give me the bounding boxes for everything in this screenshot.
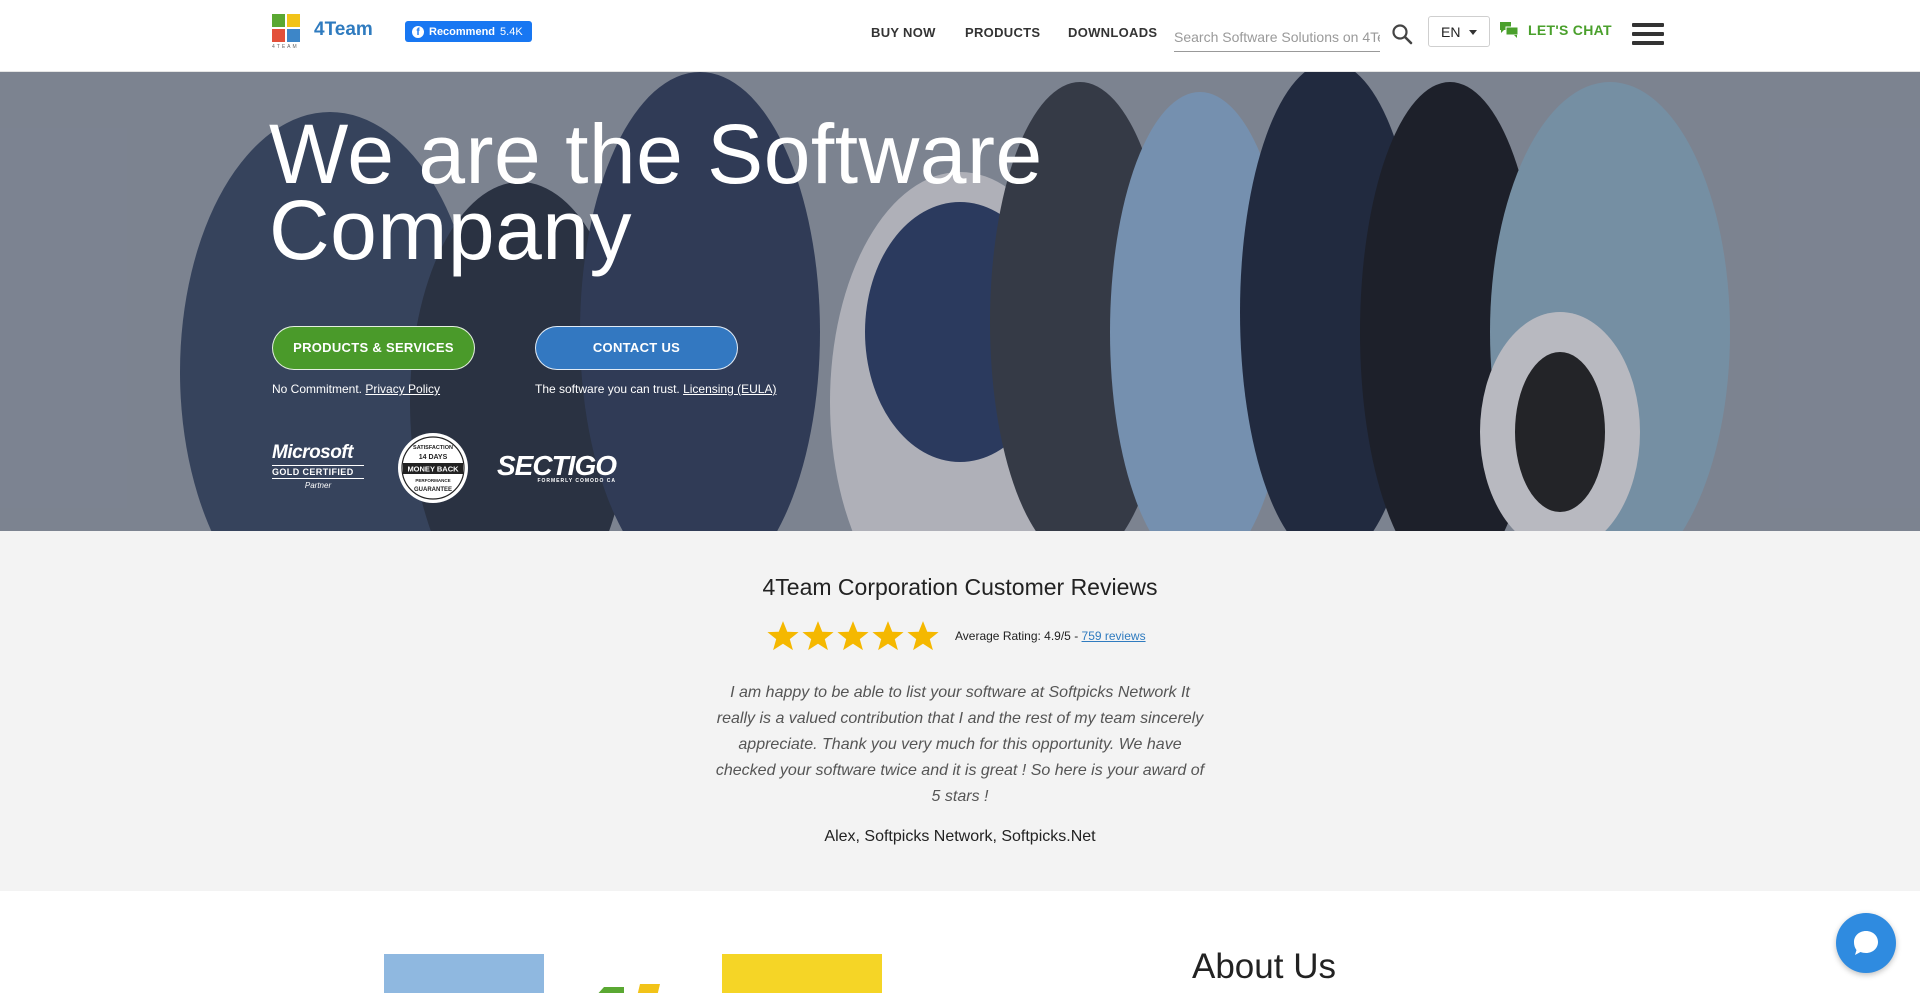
microsoft-gold-badge: Microsoft GOLD CERTIFIED Partner (272, 442, 364, 490)
fb-label: Recommend (429, 25, 496, 38)
licensing-note: The software you can trust. Licensing (E… (535, 382, 776, 396)
reviews-title: 4Team Corporation Customer Reviews (762, 574, 1158, 600)
nav-buy-now[interactable]: BUY NOW (871, 25, 936, 40)
hero-title: We are the Software Company (269, 107, 1043, 277)
hero-section: We are the Software Company PRODUCTS & S… (0, 72, 1920, 531)
about-image (722, 954, 882, 993)
facebook-icon: f (412, 25, 424, 38)
nav-products[interactable]: PRODUCTS (965, 25, 1040, 40)
chat-label: LET'S CHAT (1528, 22, 1612, 38)
reviews-count-link[interactable]: 759 reviews (1082, 629, 1146, 643)
star-icon (767, 621, 799, 651)
chat-bubbles-icon (1500, 22, 1518, 38)
contact-us-button[interactable]: CONTACT US (535, 326, 738, 370)
sectigo-badge: SECTIGO FORMERLY COMODO CA (497, 450, 617, 484)
average-rating-text: Average Rating: 4.9/5 - (955, 629, 1079, 643)
star-icon (872, 621, 904, 651)
products-services-button[interactable]: PRODUCTS & SERVICES (272, 326, 475, 370)
ms-badge-brand: Microsoft (272, 442, 354, 463)
language-select[interactable]: EN (1428, 16, 1490, 47)
money-badge-line3: MONEY BACK (407, 465, 459, 474)
review-quote: I am happy to be able to list your softw… (715, 684, 1205, 805)
logo-subtext: 4TEAM (272, 44, 299, 50)
star-icon (907, 621, 939, 651)
chat-icon (1854, 931, 1878, 955)
money-badge-line2: 14 DAYS (419, 454, 448, 461)
about-section: About Us (0, 891, 1920, 993)
money-back-guarantee-badge: SATISFACTION 14 DAYS MONEY BACK PERFORMA… (398, 433, 468, 503)
money-badge-line5: GUARANTEE (414, 487, 452, 493)
ms-badge-partner: Partner (304, 481, 332, 490)
language-value: EN (1441, 24, 1461, 40)
live-chat-button[interactable] (1836, 913, 1896, 973)
about-logo-image (598, 984, 660, 993)
money-badge-line1: SATISFACTION (413, 445, 453, 451)
brand-logo[interactable]: 4TEAM 4Team (272, 14, 373, 50)
fb-count: 5.4K (500, 25, 523, 38)
facebook-recommend-button[interactable]: f Recommend 5.4K (405, 21, 532, 42)
caret-down-icon (1469, 30, 1477, 35)
licensing-eula-link[interactable]: Licensing (EULA) (683, 382, 776, 396)
privacy-note: No Commitment. Privacy Policy (272, 382, 440, 396)
brand-name: 4Team (314, 19, 373, 40)
nav-downloads[interactable]: DOWNLOADS (1068, 25, 1157, 40)
logo-mark-icon: 4TEAM (272, 14, 302, 50)
privacy-note-text: No Commitment. (272, 382, 363, 396)
star-icon (802, 621, 834, 651)
search-input[interactable] (1174, 22, 1380, 52)
about-title: About Us (1192, 947, 1336, 986)
about-image (384, 954, 544, 993)
star-icon (837, 621, 869, 651)
lets-chat-link[interactable]: LET'S CHAT (1500, 22, 1612, 38)
rating-row: Average Rating: 4.9/5 - 759 reviews (766, 619, 1146, 653)
review-author: Alex, Softpicks Network, Softpicks.Net (824, 828, 1096, 845)
ms-badge-level: GOLD CERTIFIED (272, 465, 364, 479)
customer-reviews-section: 4Team Corporation Customer Reviews Avera… (0, 531, 1920, 891)
search-icon[interactable] (1390, 22, 1414, 46)
average-rating: Average Rating: 4.9/5 - 759 reviews (955, 629, 1146, 643)
site-header: 4TEAM 4Team f Recommend 5.4K BUY NOW PRO… (0, 0, 1920, 72)
licensing-note-text: The software you can trust. (535, 382, 680, 396)
hamburger-menu-icon[interactable] (1632, 23, 1664, 45)
privacy-policy-link[interactable]: Privacy Policy (365, 382, 440, 396)
sectigo-name: SECTIGO (497, 450, 617, 481)
money-badge-line4: PERFORMANCE (415, 478, 450, 483)
